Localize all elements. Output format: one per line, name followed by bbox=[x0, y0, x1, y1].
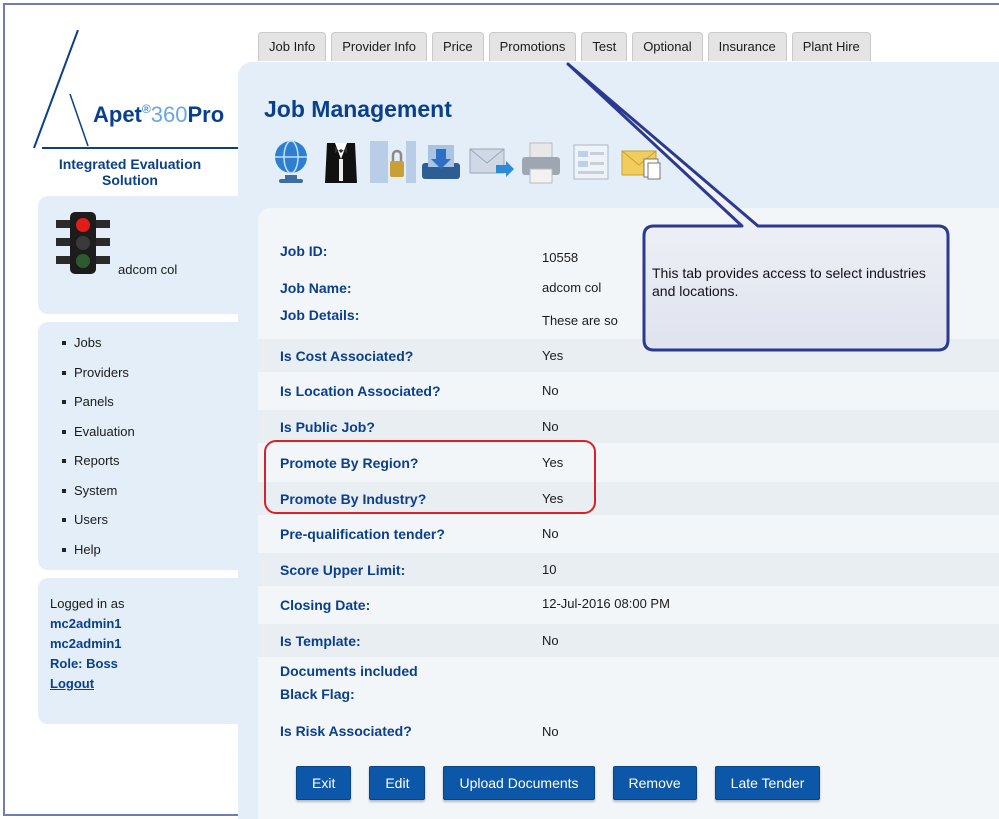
sidebar-item-label[interactable]: Jobs bbox=[74, 336, 101, 350]
login-username-2: mc2admin1 bbox=[50, 636, 122, 651]
bullet-icon bbox=[62, 341, 66, 345]
user-name: adcom col bbox=[118, 262, 178, 277]
field-label: Is Risk Associated? bbox=[280, 723, 412, 739]
field-value: adcom col bbox=[542, 280, 602, 295]
field-label: Pre-qualification tender? bbox=[280, 526, 445, 542]
bullet-icon bbox=[62, 429, 66, 434]
user-panel: adcom col bbox=[38, 196, 238, 314]
exit-button[interactable]: Exit bbox=[296, 766, 352, 800]
sidebar-item-providers[interactable]: Providers bbox=[62, 365, 135, 396]
field-value: No bbox=[542, 724, 559, 739]
tab-optional[interactable]: Optional bbox=[632, 32, 703, 61]
field-label: Is Location Associated? bbox=[280, 383, 441, 399]
tab-test[interactable]: Test bbox=[581, 32, 628, 61]
table-row: Is Public Job? No bbox=[258, 410, 999, 443]
upload-documents-button[interactable]: Upload Documents bbox=[443, 766, 595, 800]
page-title: Job Management bbox=[264, 96, 452, 122]
bullet-icon bbox=[62, 518, 66, 522]
tab-job-info[interactable]: Job Info bbox=[258, 32, 327, 61]
sidebar-item-evaluation[interactable]: Evaluation bbox=[62, 424, 135, 455]
field-value: 10558 bbox=[542, 250, 579, 265]
table-row: Is Cost Associated? Yes bbox=[258, 339, 999, 372]
bullet-icon bbox=[62, 400, 66, 404]
table-row: Black Flag: bbox=[258, 682, 999, 706]
user-role: Role: Boss bbox=[50, 656, 118, 671]
document-lock-icon[interactable] bbox=[366, 134, 416, 190]
sidebar-item-jobs[interactable]: Jobs bbox=[62, 336, 135, 366]
table-row: Is Location Associated? No bbox=[258, 375, 999, 408]
sidebar-item-label[interactable]: Users bbox=[74, 513, 108, 527]
field-label: Job ID: bbox=[280, 243, 328, 259]
field-value: 12-Jul-2016 08:00 PM bbox=[542, 596, 670, 611]
logged-in-label: Logged in as bbox=[50, 596, 125, 611]
bullet-icon bbox=[62, 370, 66, 375]
sidebar-item-panels[interactable]: Panels bbox=[62, 395, 135, 425]
traffic-light-icon bbox=[56, 212, 110, 274]
tab-promotions[interactable]: Promotions bbox=[488, 32, 577, 61]
tab-insurance[interactable]: Insurance bbox=[707, 32, 787, 61]
table-row: Documents included bbox=[258, 658, 999, 682]
sidebar-item-label[interactable]: System bbox=[74, 483, 117, 498]
field-label: Job Details: bbox=[280, 307, 360, 323]
bullet-icon bbox=[62, 547, 66, 552]
field-value: No bbox=[542, 633, 559, 648]
tab-price[interactable]: Price bbox=[431, 32, 484, 61]
tuxedo-icon[interactable] bbox=[316, 134, 366, 190]
sidebar-menu: Jobs Providers Panels Evaluation Reports… bbox=[38, 322, 238, 570]
tab-plant-hire[interactable]: Plant Hire bbox=[791, 32, 871, 61]
field-label: Closing Date: bbox=[280, 597, 371, 613]
form-icon[interactable] bbox=[566, 134, 616, 190]
logout-link[interactable]: Logout bbox=[50, 676, 94, 692]
sidebar-item-label[interactable]: Providers bbox=[74, 365, 129, 380]
field-value: No bbox=[542, 526, 559, 541]
sidebar-item-users[interactable]: Users bbox=[62, 513, 135, 543]
download-tray-icon[interactable] bbox=[416, 134, 466, 190]
tagline: Integrated Evaluation Solution bbox=[58, 156, 202, 188]
table-row: Is Risk Associated? No bbox=[258, 714, 999, 747]
edit-button[interactable]: Edit bbox=[369, 766, 426, 800]
tab-provider-info[interactable]: Provider Info bbox=[331, 32, 427, 61]
brand-name: Apet®360Pro bbox=[93, 102, 225, 127]
printer-icon[interactable] bbox=[516, 134, 566, 190]
field-label: Documents included bbox=[280, 663, 418, 679]
field-value: 10 bbox=[542, 562, 557, 577]
table-row: Is Template: No bbox=[258, 624, 999, 657]
table-row: Score Upper Limit: 10 bbox=[258, 553, 999, 586]
table-row: Job Details: These are so bbox=[258, 304, 999, 337]
callout-text: This tab provides access to select indus… bbox=[652, 265, 926, 299]
field-value: These are so bbox=[542, 313, 618, 328]
action-buttons: Exit Edit Upload Documents Remove Late T… bbox=[296, 766, 838, 800]
sidebar-item-reports[interactable]: Reports bbox=[62, 454, 135, 484]
sidebar-item-system[interactable]: System bbox=[62, 483, 135, 514]
table-row: Closing Date: 12-Jul-2016 08:00 PM bbox=[258, 588, 999, 621]
table-row: Pre-qualification tender? No bbox=[258, 517, 999, 550]
bullet-icon bbox=[62, 488, 66, 493]
field-value: No bbox=[542, 419, 559, 434]
field-label: Job Name: bbox=[280, 280, 352, 296]
sidebar-item-label[interactable]: Help bbox=[74, 542, 101, 557]
login-panel: Logged in as mc2admin1 mc2admin1 Role: B… bbox=[38, 578, 238, 724]
mail-forward-icon[interactable] bbox=[466, 134, 516, 190]
field-label: Black Flag: bbox=[280, 686, 355, 702]
login-username: mc2admin1 bbox=[50, 616, 122, 631]
tab-bar: Job Info Provider Info Price Promotions … bbox=[258, 32, 876, 61]
toolbar bbox=[266, 134, 666, 190]
field-value: No bbox=[542, 383, 559, 398]
mail-documents-icon[interactable] bbox=[616, 134, 666, 190]
field-label: Is Template: bbox=[280, 633, 361, 649]
field-label: Is Cost Associated? bbox=[280, 348, 414, 364]
field-label: Is Public Job? bbox=[280, 419, 375, 435]
field-label: Score Upper Limit: bbox=[280, 562, 406, 578]
sidebar-item-label[interactable]: Panels bbox=[74, 395, 114, 409]
sidebar-item-label[interactable]: Reports bbox=[74, 454, 120, 468]
late-tender-button[interactable]: Late Tender bbox=[714, 766, 821, 800]
field-value: Yes bbox=[542, 348, 564, 363]
globe-icon[interactable] bbox=[266, 134, 316, 190]
sidebar-item-label[interactable]: Evaluation bbox=[74, 424, 135, 439]
bullet-icon bbox=[62, 459, 66, 463]
remove-button[interactable]: Remove bbox=[612, 766, 697, 800]
promote-highlight-box bbox=[264, 440, 596, 514]
sidebar-item-help[interactable]: Help bbox=[62, 542, 135, 573]
